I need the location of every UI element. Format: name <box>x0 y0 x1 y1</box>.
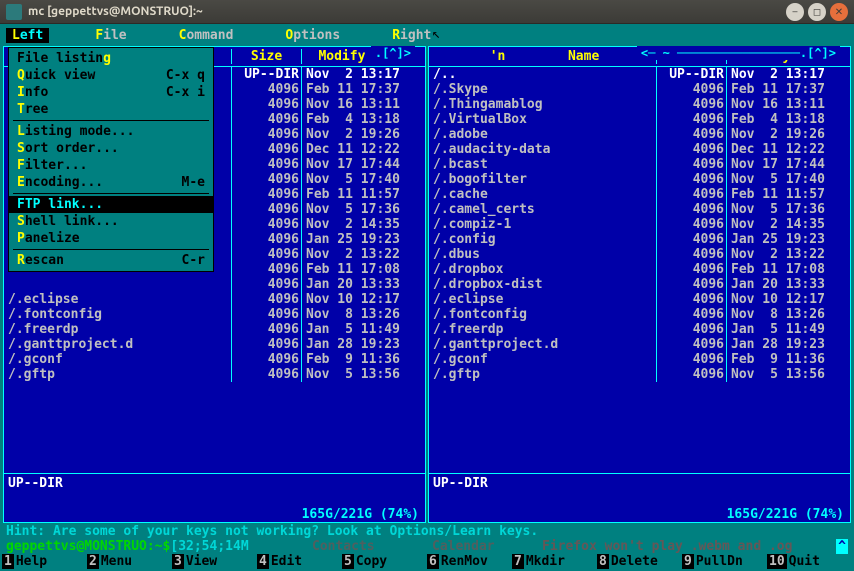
table-row[interactable]: /.camel_certs4096Nov 5 17:36 <box>429 202 850 217</box>
menu-item[interactable]: Filter... <box>9 157 213 174</box>
left-status: 165G/221G (74%) <box>4 507 425 522</box>
menu-right[interactable]: Right <box>386 28 437 43</box>
shell-prompt[interactable]: geppettvs@MONSTRUO:~$ [32;54;14M Contact… <box>2 539 852 554</box>
table-row[interactable]: /.dropbox4096Feb 11 17:08 <box>429 262 850 277</box>
table-row[interactable]: /.bcast4096Nov 17 17:44 <box>429 157 850 172</box>
menu-item[interactable]: InfoC-x i <box>9 84 213 101</box>
table-row[interactable]: /.gftp4096Nov 5 13:56 <box>4 367 425 382</box>
table-row[interactable]: /.compiz-14096Nov 2 14:35 <box>429 217 850 232</box>
table-row[interactable]: /.fontconfig4096Nov 8 13:26 <box>429 307 850 322</box>
menu-options[interactable]: Options <box>279 28 346 43</box>
menu-item[interactable]: Sort order... <box>9 140 213 157</box>
menu-item[interactable]: File listing <box>9 50 213 67</box>
ghost-contacts: Contacts <box>312 539 375 554</box>
table-row[interactable]: /.eclipse4096Nov 10 12:17 <box>429 292 850 307</box>
right-status: 165G/221G (74%) <box>429 507 850 522</box>
fkey-help[interactable]: 1Help <box>2 554 87 569</box>
table-row[interactable]: /.ganttproject.d4096Jan 28 19:23 <box>429 337 850 352</box>
table-row[interactable]: /.ganttproject.d4096Jan 28 19:23 <box>4 337 425 352</box>
close-button[interactable]: ✕ <box>830 3 848 21</box>
right-rows: /..UP--DIRNov 2 13:17/.Skype4096Feb 11 1… <box>429 67 850 473</box>
table-row[interactable]: /.eclipse4096Nov 10 12:17 <box>4 292 425 307</box>
right-panel-title: <─ ~ ─────────────────.[^]> <box>637 46 840 60</box>
menu-item[interactable]: Listing mode... <box>9 123 213 140</box>
table-row[interactable]: /.Skype4096Feb 11 17:37 <box>429 82 850 97</box>
table-row[interactable]: /.audacity-data4096Dec 11 12:22 <box>429 142 850 157</box>
menu-item[interactable]: Encoding...M-e <box>9 174 213 191</box>
table-row[interactable]: /.VirtualBox4096Feb 4 13:18 <box>429 112 850 127</box>
menu-item[interactable]: FTP link... <box>9 196 213 213</box>
left-panel: .[^]> Size Modify time UP--DIRNov 2 13:1… <box>3 46 426 523</box>
minimize-button[interactable]: – <box>786 3 804 21</box>
menubar: Left File Command Options Right <box>2 26 852 45</box>
menu-item[interactable]: Tree <box>9 101 213 118</box>
fkey-copy[interactable]: 5Copy <box>342 554 427 569</box>
fkey-view[interactable]: 3View <box>172 554 257 569</box>
window-title: mc [geppettvs@MONSTRUO]:~ <box>28 5 786 18</box>
fkey-menu[interactable]: 2Menu <box>87 554 172 569</box>
table-row[interactable]: /..UP--DIRNov 2 13:17 <box>429 67 850 82</box>
table-row[interactable]: /.config4096Jan 25 19:23 <box>429 232 850 247</box>
menu-left[interactable]: Left <box>6 28 49 43</box>
table-row[interactable]: /.freerdp4096Jan 5 11:49 <box>429 322 850 337</box>
table-row[interactable]: /.Thingamablog4096Nov 16 13:11 <box>429 97 850 112</box>
right-current: UP--DIR <box>433 476 846 491</box>
table-row[interactable]: /.adobe4096Nov 2 19:26 <box>429 127 850 142</box>
menu-file[interactable]: File <box>89 28 132 43</box>
table-row[interactable]: /.gconf4096Feb 9 11:36 <box>4 352 425 367</box>
table-row[interactable]: 4096Jan 20 13:33 <box>4 277 425 292</box>
left-menu-dropdown: File listingQuick viewC-x qInfoC-x iTree… <box>8 47 214 272</box>
function-keys: 1Help2Menu3View4Edit5Copy6RenMov7Mkdir8D… <box>2 554 852 569</box>
table-row[interactable]: /.gconf4096Feb 9 11:36 <box>429 352 850 367</box>
menu-item[interactable]: Panelize <box>9 230 213 247</box>
fkey-quit[interactable]: 10Quit <box>767 554 852 569</box>
table-row[interactable]: /.bogofilter4096Nov 5 17:40 <box>429 172 850 187</box>
menu-item[interactable]: Quick viewC-x q <box>9 67 213 84</box>
left-panel-title: .[^]> <box>371 46 415 60</box>
maximize-button[interactable]: ◻ <box>808 3 826 21</box>
scroll-up-icon[interactable]: ^ <box>836 539 848 554</box>
fkey-pulldn[interactable]: 9PullDn <box>682 554 767 569</box>
menu-item[interactable]: RescanC-r <box>9 252 213 269</box>
col-name[interactable]: 'n Name <box>433 49 656 64</box>
fkey-renmov[interactable]: 6RenMov <box>427 554 512 569</box>
table-row[interactable]: /.gftp4096Nov 5 13:56 <box>429 367 850 382</box>
ghost-firefox: Firefox won't play .webm and .og <box>542 539 792 554</box>
app-icon <box>6 4 22 20</box>
ghost-calendar: Calendar <box>432 539 495 554</box>
table-row[interactable]: /.fontconfig4096Nov 8 13:26 <box>4 307 425 322</box>
table-row[interactable]: /.dropbox-dist4096Jan 20 13:33 <box>429 277 850 292</box>
table-row[interactable]: /.dbus4096Nov 2 13:22 <box>429 247 850 262</box>
fkey-edit[interactable]: 4Edit <box>257 554 342 569</box>
right-panel: <─ ~ ─────────────────.[^]> 'n Name Size… <box>428 46 851 523</box>
table-row[interactable]: /.freerdp4096Jan 5 11:49 <box>4 322 425 337</box>
left-current: UP--DIR <box>8 476 421 491</box>
menu-command[interactable]: Command <box>173 28 240 43</box>
fkey-delete[interactable]: 8Delete <box>597 554 682 569</box>
table-row[interactable]: /.cache4096Feb 11 11:57 <box>429 187 850 202</box>
hint-bar: Hint: Are some of your keys not working?… <box>2 524 852 539</box>
left-footer: UP--DIR <box>4 473 425 507</box>
col-size[interactable]: Size <box>231 49 301 64</box>
fkey-mkdir[interactable]: 7Mkdir <box>512 554 597 569</box>
right-footer: UP--DIR <box>429 473 850 507</box>
window-titlebar: mc [geppettvs@MONSTRUO]:~ – ◻ ✕ <box>0 0 854 24</box>
menu-item[interactable]: Shell link... <box>9 213 213 230</box>
